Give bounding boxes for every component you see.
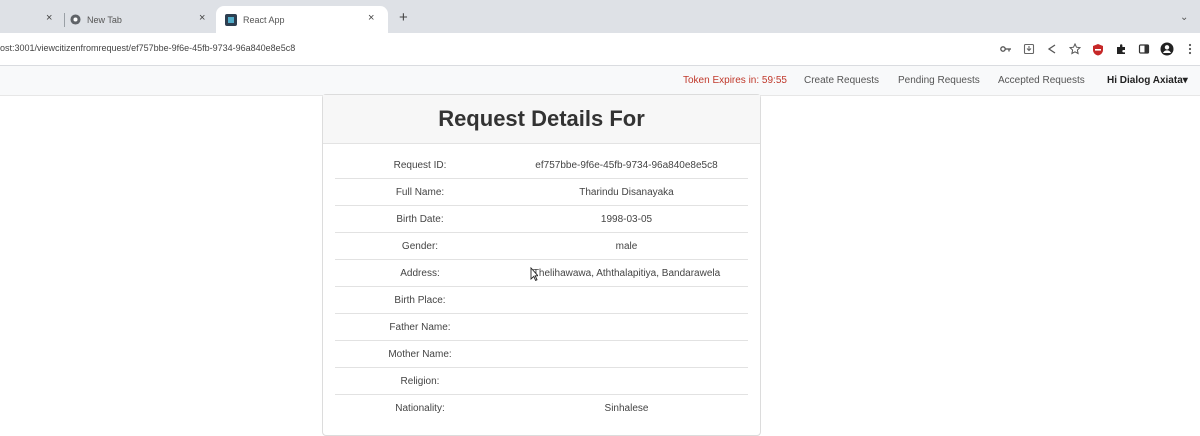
shield-extension-icon[interactable] <box>1088 40 1108 58</box>
chrome-icon <box>70 14 81 25</box>
tab-title: React App <box>243 14 285 25</box>
more-icon[interactable] <box>1180 40 1200 58</box>
chevron-down-icon[interactable]: ⌄ <box>1180 12 1188 23</box>
detail-label: Request ID: <box>393 159 447 171</box>
react-app-favicon <box>225 13 237 26</box>
token-expiry-text: Token Expires in: 59:55 <box>683 75 787 86</box>
detail-row-gender: Gender: male <box>335 233 748 260</box>
plus-icon[interactable]: + <box>399 10 408 25</box>
detail-row-address: Address: Thelihawawa, Aththalapitiya, Ba… <box>335 260 748 287</box>
detail-label: Address: <box>400 267 440 279</box>
nav-create-requests[interactable]: Create Requests <box>804 75 879 86</box>
profile-icon[interactable] <box>1157 40 1177 58</box>
close-icon[interactable]: × <box>199 12 205 24</box>
browser-tab-1[interactable]: × <box>0 6 62 33</box>
tab-title: New Tab <box>87 14 122 25</box>
detail-label: Gender: <box>401 240 439 252</box>
detail-row-birth-date: Birth Date: 1998-03-05 <box>335 206 748 233</box>
detail-row-full-name: Full Name: Tharindu Disanayaka <box>335 179 748 206</box>
share-icon[interactable] <box>1042 40 1062 58</box>
nav-pending-requests[interactable]: Pending Requests <box>898 75 980 86</box>
detail-label: Mother Name: <box>388 348 452 360</box>
browser-tab-react-app[interactable]: React App × <box>216 6 388 33</box>
address-bar-row: ost:3001/viewcitizenfromrequest/ef757bbe… <box>0 33 1200 66</box>
request-details-card: Request Details For Request ID: ef757bbe… <box>322 94 761 436</box>
tab-separator <box>64 13 65 27</box>
user-menu[interactable]: Hi Dialog Axiata▾ <box>1107 75 1188 86</box>
details-table: Request ID: ef757bbe-9f6e-45fb-9734-96a8… <box>335 152 748 421</box>
browser-tab-strip: × New Tab × React App × + ⌄ <box>0 0 1200 33</box>
detail-label: Nationality: <box>395 402 445 414</box>
page-title: Request Details For <box>438 106 645 131</box>
browser-tab-new-tab[interactable]: New Tab × <box>70 6 212 33</box>
detail-label: Birth Date: <box>396 213 444 225</box>
detail-value: Sinhalese <box>604 402 649 414</box>
detail-row-nationality: Nationality: Sinhalese <box>335 395 748 421</box>
app-navbar: Token Expires in: 59:55 Create Requests … <box>0 66 1200 96</box>
card-header: Request Details For <box>323 95 760 144</box>
detail-label: Birth Place: <box>394 294 446 306</box>
close-icon[interactable]: × <box>368 12 374 24</box>
star-icon[interactable] <box>1065 40 1085 58</box>
detail-row-father-name: Father Name: <box>335 314 748 341</box>
detail-value: ef757bbe-9f6e-45fb-9734-96a840e8e5c8 <box>535 159 718 171</box>
detail-row-religion: Religion: <box>335 368 748 395</box>
extensions-icon[interactable] <box>1111 40 1131 58</box>
url-field[interactable]: ost:3001/viewcitizenfromrequest/ef757bbe… <box>0 43 295 53</box>
detail-row-birth-place: Birth Place: <box>335 287 748 314</box>
detail-value: 1998-03-05 <box>600 213 653 225</box>
detail-label: Father Name: <box>389 321 451 333</box>
detail-value: male <box>615 240 638 252</box>
detail-value: Thelihawawa, Aththalapitiya, Bandarawela <box>532 267 721 279</box>
install-icon[interactable] <box>1019 40 1039 58</box>
close-icon[interactable]: × <box>46 12 52 24</box>
browser-toolbar <box>993 40 1200 58</box>
nav-accepted-requests[interactable]: Accepted Requests <box>998 75 1085 86</box>
detail-label: Full Name: <box>395 186 445 198</box>
detail-row-mother-name: Mother Name: <box>335 341 748 368</box>
detail-value: Tharindu Disanayaka <box>579 186 674 198</box>
side-panel-icon[interactable] <box>1134 40 1154 58</box>
key-icon[interactable] <box>996 40 1016 58</box>
mouse-cursor-icon <box>530 266 540 286</box>
detail-row-request-id: Request ID: ef757bbe-9f6e-45fb-9734-96a8… <box>335 152 748 179</box>
detail-label: Religion: <box>400 375 440 387</box>
